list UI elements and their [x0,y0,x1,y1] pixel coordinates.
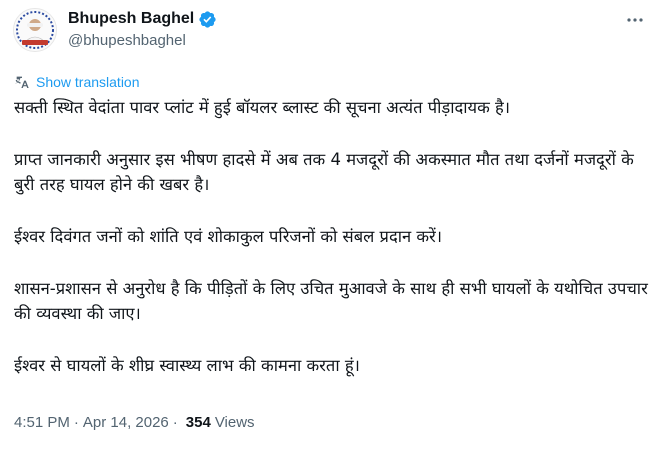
tweet-paragraph: शासन-प्रशासन से अनुरोध है कि पीड़ितों के… [14,279,648,323]
tweet-paragraph: प्राप्त जानकारी अनुसार इस भीषण हादसे में… [14,150,634,194]
author-handle[interactable]: @bhupeshbaghel [68,32,186,49]
tweet-metadata: 4:51 PM · Apr 14, 2026 · 354 Views [14,414,255,431]
meta-separator: · [172,414,178,431]
verified-badge-icon [198,10,217,29]
more-options-button[interactable] [621,10,649,30]
views-count: 354 [185,414,211,431]
tweet-paragraph: ईश्वर से घायलों के शीघ्र स्वास्थ्य लाभ क… [14,356,360,375]
avatar[interactable] [13,8,57,52]
tweet-date[interactable]: Apr 14, 2026 [83,414,169,431]
more-horizontal-icon [627,18,643,22]
show-translation-label[interactable]: Show translation [36,74,140,90]
views-label: Views [214,414,255,431]
meta-separator: · [73,414,79,431]
tweet-card: Bhupesh Baghel @bhupeshbaghel Show trans… [0,0,663,451]
translate-icon [14,76,29,88]
tweet-paragraph: सक्ती स्थित वेदांता पावर प्लांट में हुई … [14,98,511,117]
avatar-image [14,9,56,51]
tweet-paragraph: ईश्वर दिवंगत जनों को शांति एवं शोकाकुल प… [14,227,443,246]
show-translation-button[interactable]: Show translation [14,72,140,92]
author-name-row: Bhupesh Baghel [68,8,217,30]
tweet-time[interactable]: 4:51 PM [14,414,70,431]
author-display-name[interactable]: Bhupesh Baghel [68,10,194,28]
tweet-text: सक्ती स्थित वेदांता पावर प्लांट में हुई … [14,95,654,378]
